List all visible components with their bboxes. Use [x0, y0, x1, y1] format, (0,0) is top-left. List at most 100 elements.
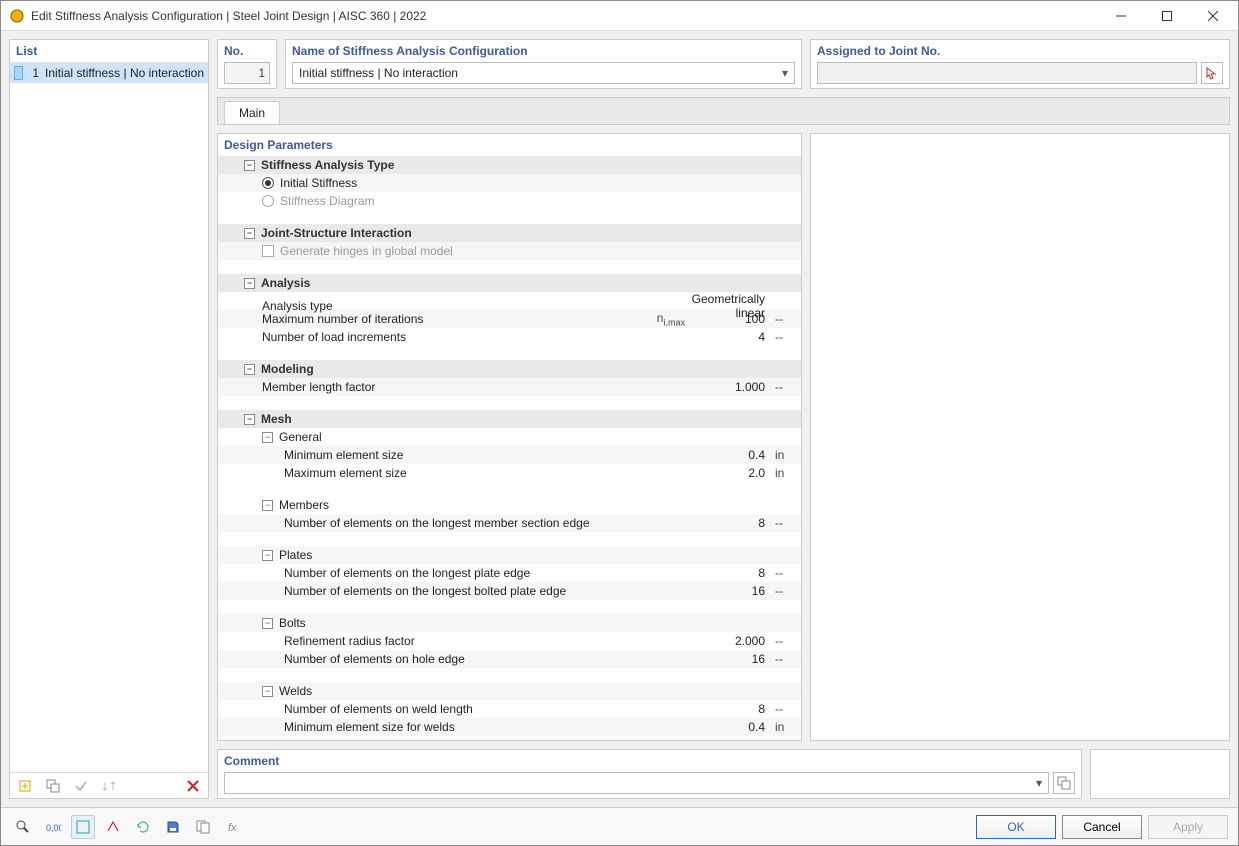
opt-initial-label: Initial Stiffness: [280, 176, 357, 190]
model-icon[interactable]: [101, 815, 125, 839]
row-n-longest-member: Number of elements on the longest member…: [240, 516, 641, 530]
maximize-button[interactable]: [1144, 1, 1190, 31]
pick-joint-button[interactable]: [1201, 62, 1223, 84]
chevron-down-icon: ▾: [1030, 776, 1048, 790]
group-analysis: Analysis: [261, 276, 310, 290]
close-button[interactable]: [1190, 1, 1236, 31]
checkbox-generate-hinges[interactable]: [262, 245, 274, 257]
save-icon[interactable]: [161, 815, 185, 839]
group-modeling: Modeling: [261, 362, 314, 376]
val-n-hole[interactable]: 16: [691, 652, 771, 666]
group-mesh: Mesh: [261, 412, 292, 426]
val-max-el[interactable]: 2.0: [691, 466, 771, 480]
collapse-icon[interactable]: −: [262, 686, 273, 697]
titlebar: Edit Stiffness Analysis Configuration | …: [1, 1, 1238, 31]
collapse-icon[interactable]: −: [262, 550, 273, 561]
row-max-iter: Maximum number of iterations: [240, 312, 641, 326]
group-mesh-bolts: Bolts: [279, 616, 306, 630]
comment-side-panel: [1090, 749, 1230, 799]
row-max-el: Maximum element size: [240, 466, 641, 480]
assigned-box: Assigned to Joint No.: [810, 39, 1230, 89]
search-icon[interactable]: [11, 815, 35, 839]
minimize-button[interactable]: [1098, 1, 1144, 31]
dialog-footer: 0,00 fx OK Cancel Apply: [1, 807, 1238, 845]
row-n-weld: Number of elements on weld length: [240, 702, 641, 716]
name-value: Initial stiffness | No interaction: [293, 66, 776, 80]
name-combo[interactable]: Initial stiffness | No interaction ▾: [292, 62, 795, 84]
design-params-panel: Design Parameters −Stiffness Analysis Ty…: [217, 133, 802, 741]
group-mesh-members: Members: [279, 498, 329, 512]
collapse-icon[interactable]: −: [244, 364, 255, 375]
svg-text:0,00: 0,00: [46, 823, 61, 833]
params-grid[interactable]: −Stiffness Analysis Type Initial Stiffne…: [218, 156, 801, 740]
val-min-weld[interactable]: 0.4: [691, 720, 771, 734]
val-max-weld[interactable]: 1.1: [691, 738, 771, 740]
collapse-icon[interactable]: −: [244, 278, 255, 289]
opt-diagram-label: Stiffness Diagram: [280, 194, 374, 208]
collapse-icon[interactable]: −: [244, 414, 255, 425]
group-mesh-plates: Plates: [279, 548, 312, 562]
row-n-plate: Number of elements on the longest plate …: [240, 566, 641, 580]
apply-button: Apply: [1148, 815, 1228, 839]
group-mesh-general: General: [279, 430, 322, 444]
ok-button[interactable]: OK: [976, 815, 1056, 839]
list-header: List: [10, 40, 208, 63]
val-ref-radius[interactable]: 2.000: [691, 634, 771, 648]
row-n-bolted: Number of elements on the longest bolted…: [240, 584, 641, 598]
tabs: Main: [217, 97, 1230, 125]
function-icon[interactable]: fx: [221, 815, 245, 839]
group-mesh-welds: Welds: [279, 684, 312, 698]
row-load-incr: Number of load increments: [240, 330, 641, 344]
new-icon[interactable]: [14, 775, 36, 797]
cancel-button[interactable]: Cancel: [1062, 815, 1142, 839]
check-icon[interactable]: [70, 775, 92, 797]
name-box: Name of Stiffness Analysis Configuration…: [285, 39, 802, 89]
collapse-icon[interactable]: −: [262, 432, 273, 443]
grid-icon[interactable]: [71, 815, 95, 839]
copy-icon[interactable]: [191, 815, 215, 839]
chevron-down-icon: ▾: [776, 66, 794, 80]
collapse-icon[interactable]: −: [262, 500, 273, 511]
val-n-bolted[interactable]: 16: [691, 584, 771, 598]
val-load-incr[interactable]: 4: [691, 330, 771, 344]
list-body[interactable]: 1 Initial stiffness | No interaction: [10, 63, 208, 772]
radio-initial-stiffness[interactable]: [262, 177, 274, 189]
window-title: Edit Stiffness Analysis Configuration | …: [31, 9, 1098, 23]
row-member-length-factor: Member length factor: [240, 380, 641, 394]
svg-text:fx: fx: [228, 822, 237, 834]
comment-combo[interactable]: ▾: [224, 772, 1049, 794]
units-icon[interactable]: 0,00: [41, 815, 65, 839]
no-label: No.: [224, 44, 270, 58]
delete-icon[interactable]: [182, 775, 204, 797]
val-min-el[interactable]: 0.4: [691, 448, 771, 462]
comment-label: Comment: [224, 754, 1075, 768]
row-min-el: Minimum element size: [240, 448, 641, 462]
list-toolbar: [10, 772, 208, 798]
val-member-length-factor[interactable]: 1.000: [691, 380, 771, 394]
assigned-input[interactable]: [817, 62, 1197, 84]
val-max-iter[interactable]: 100: [691, 312, 771, 326]
list-item-no: 1: [29, 66, 39, 80]
name-label: Name of Stiffness Analysis Configuration: [292, 44, 795, 58]
row-max-weld: Maximum element size for welds: [240, 738, 641, 740]
duplicate-icon[interactable]: [42, 775, 64, 797]
collapse-icon[interactable]: −: [244, 160, 255, 171]
comment-library-button[interactable]: [1053, 772, 1075, 794]
row-ref-radius: Refinement radius factor: [240, 634, 641, 648]
sym-max-iter: ni,max: [641, 311, 691, 327]
tab-main[interactable]: Main: [224, 101, 280, 124]
collapse-icon[interactable]: −: [244, 228, 255, 239]
row-min-weld: Minimum element size for welds: [240, 720, 641, 734]
list-item[interactable]: 1 Initial stiffness | No interaction: [10, 63, 208, 83]
app-icon: [9, 8, 25, 24]
val-n-weld[interactable]: 8: [691, 702, 771, 716]
collapse-icon[interactable]: −: [262, 618, 273, 629]
refresh-icon[interactable]: [131, 815, 155, 839]
val-n-longest-member[interactable]: 8: [691, 516, 771, 530]
preview-panel: [810, 133, 1230, 741]
val-n-plate[interactable]: 8: [691, 566, 771, 580]
radio-stiffness-diagram[interactable]: [262, 195, 274, 207]
row-n-hole: Number of elements on hole edge: [240, 652, 641, 666]
group-joint-struct: Joint-Structure Interaction: [261, 226, 412, 240]
sort-icon[interactable]: [98, 775, 120, 797]
